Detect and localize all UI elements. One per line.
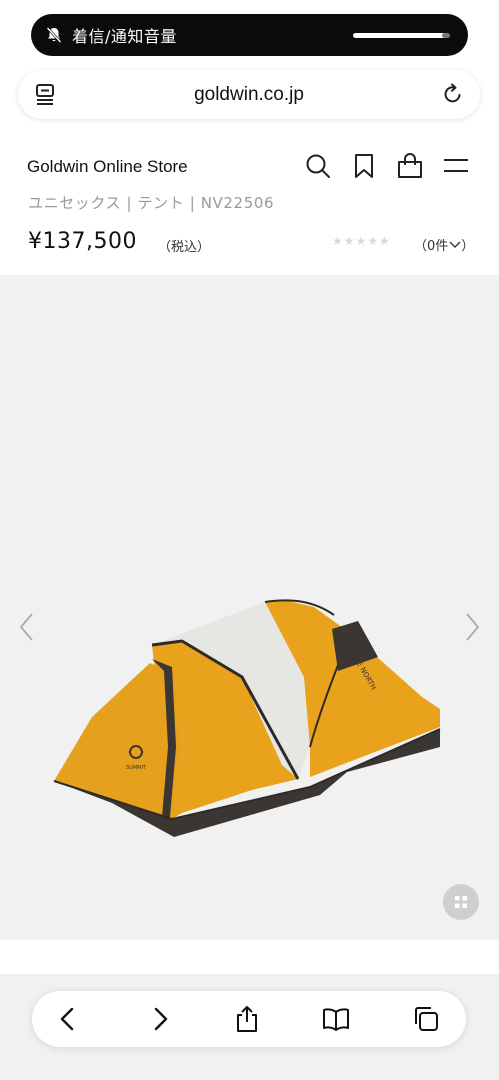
url-text[interactable]: goldwin.co.jp xyxy=(194,84,304,106)
review-count: （0件 xyxy=(414,239,449,254)
back-icon[interactable] xyxy=(54,1005,82,1033)
grid-view-button[interactable] xyxy=(443,884,479,920)
volume-notification: 着信/通知音量 xyxy=(31,14,468,56)
tax-note: （税込） xyxy=(158,240,211,255)
share-icon[interactable] xyxy=(233,1005,261,1033)
menu-icon[interactable] xyxy=(443,153,469,179)
breadcrumb[interactable]: ユニセックス | テント | NV22506 xyxy=(28,192,274,213)
chevron-down-icon xyxy=(449,241,461,248)
reload-icon[interactable] xyxy=(442,83,464,105)
top-chrome: 着信/通知音量 goldwin.co.jp Goldwin Online Sto… xyxy=(0,0,499,275)
forward-icon[interactable] xyxy=(146,1005,174,1033)
reader-mode-icon[interactable] xyxy=(35,83,57,107)
store-name[interactable]: Goldwin Online Store xyxy=(27,157,188,177)
product-price: ¥137,500 xyxy=(28,229,137,254)
tent-image: SUMMIT THE NORTH xyxy=(53,599,441,837)
browser-toolbar xyxy=(32,991,466,1047)
volume-bar-remainder xyxy=(442,33,450,38)
bookmarks-icon[interactable] xyxy=(322,1005,350,1033)
chevron-right-icon[interactable] xyxy=(461,612,483,642)
svg-text:SUMMIT: SUMMIT xyxy=(126,765,147,771)
site-header: Goldwin Online Store xyxy=(0,145,499,185)
volume-bar xyxy=(353,33,448,38)
tabs-icon[interactable] xyxy=(412,1005,440,1033)
bookmark-icon[interactable] xyxy=(351,153,377,179)
cart-icon[interactable] xyxy=(397,153,423,179)
product-image-gallery[interactable]: SUMMIT THE NORTH xyxy=(0,275,499,940)
rating-stars: ★★★★★ xyxy=(332,234,391,248)
content-divider xyxy=(0,940,499,974)
chevron-left-icon[interactable] xyxy=(16,612,38,642)
grid-icon xyxy=(455,896,467,908)
address-bar[interactable]: goldwin.co.jp xyxy=(18,70,480,119)
notification-text: 着信/通知音量 xyxy=(72,27,177,46)
review-count-link[interactable]: （0件） xyxy=(414,235,474,254)
bell-slash-icon xyxy=(44,25,64,45)
search-icon[interactable] xyxy=(305,153,331,179)
